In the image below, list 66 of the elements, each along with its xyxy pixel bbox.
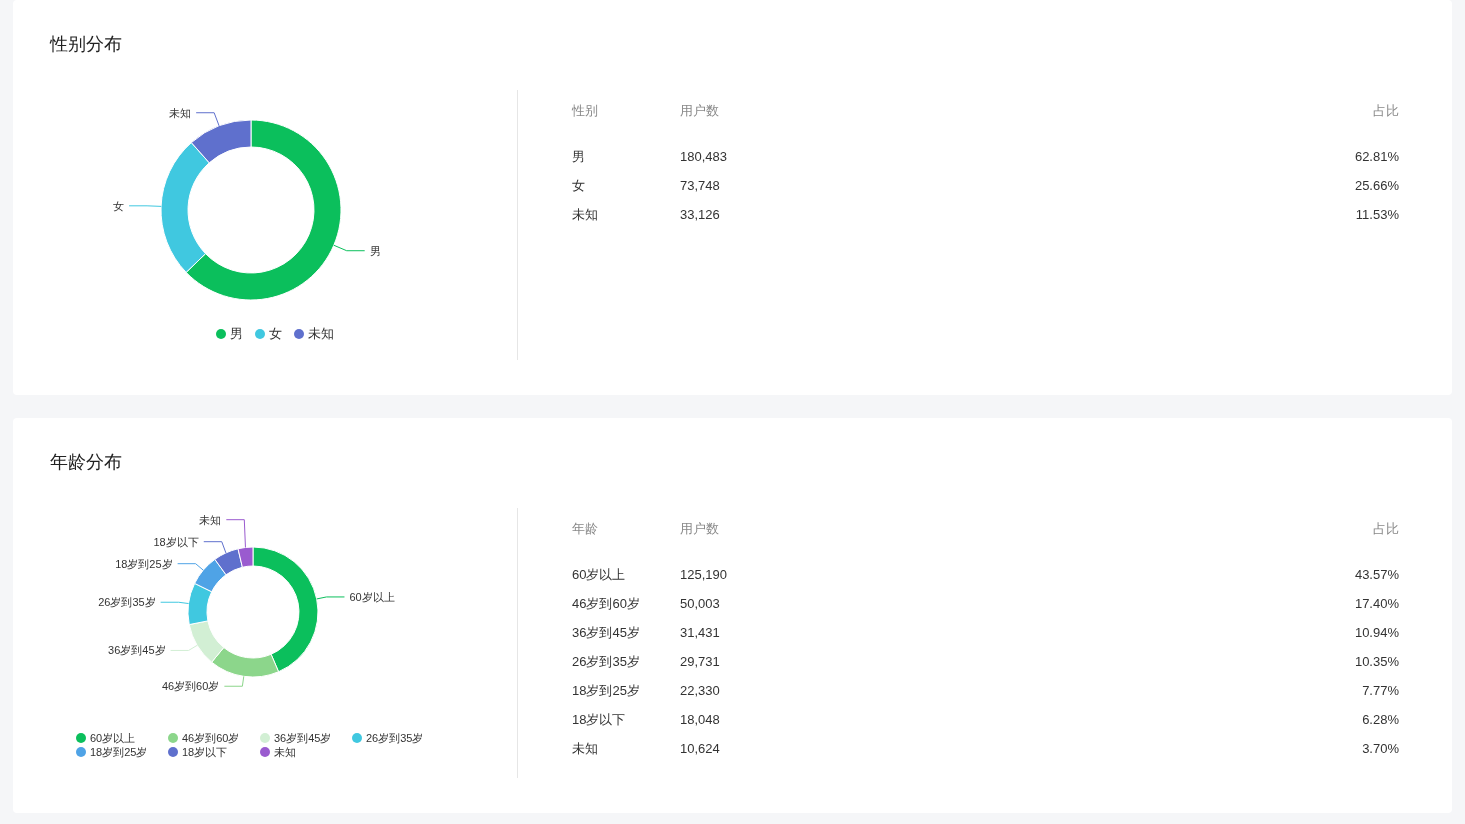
table-cell-text: 31,431	[680, 624, 721, 642]
table-cell-text: 18,048	[680, 711, 721, 729]
table-cell: 女	[572, 171, 680, 200]
legend-label[interactable]: 60岁以上	[90, 731, 136, 745]
section-title: 年龄分布	[50, 451, 123, 474]
legend-label[interactable]: 36岁到45岁	[274, 731, 332, 745]
slice-label: 36岁到45岁	[108, 644, 166, 657]
column-header: 占比	[1372, 102, 1399, 120]
legend-label[interactable]: 女	[269, 325, 282, 343]
column-header: 性别	[572, 90, 680, 142]
table-cell-text: 62.81%	[1353, 148, 1399, 166]
legend-label[interactable]: 26岁到35岁	[366, 731, 424, 745]
table-cell-text: 33,126	[680, 206, 721, 224]
legend-label[interactable]: 男	[230, 325, 243, 343]
table-cell-text: 29,731	[680, 653, 721, 671]
leader-line	[160, 601, 190, 605]
section-title: 性别分布	[50, 33, 123, 56]
table-cell-text: 17.40%	[1353, 595, 1399, 613]
table-cell-text: 125,190	[680, 566, 728, 584]
table-cell: 46岁到60岁	[572, 589, 680, 618]
table-cell: 36岁到45岁	[572, 618, 680, 647]
legend-label[interactable]: 未知	[274, 745, 296, 759]
table-cell: 未知	[572, 200, 680, 229]
leader-line	[170, 644, 198, 651]
table-cell-text: 25.66%	[1353, 177, 1399, 195]
table-cell-text: 22,330	[680, 682, 721, 700]
column-header: 年龄	[572, 508, 680, 560]
slice-label: 未知	[169, 106, 192, 119]
slice-label: 60岁以上	[349, 590, 395, 603]
leader-line	[223, 675, 245, 687]
table-cell-text: 10.94%	[1353, 624, 1399, 642]
slice-label: 男	[369, 244, 381, 257]
table-cell-text: 3.70%	[1361, 740, 1399, 758]
leader-line	[177, 563, 204, 571]
table-cell-text: 73,748	[680, 177, 721, 195]
column-header: 占比	[1372, 520, 1399, 538]
table-cell: 男	[572, 142, 680, 171]
table-cell-text: 11.53%	[1354, 206, 1399, 224]
slice-label: 46岁到60岁	[161, 680, 220, 693]
legend-label[interactable]: 18岁到25岁	[90, 745, 148, 759]
leader-line	[316, 596, 345, 600]
slice-label: 18岁到25岁	[115, 557, 173, 570]
table-cell-text: 10,624	[680, 740, 721, 758]
legend-label[interactable]: 18岁以下	[182, 745, 228, 759]
table-cell: 18岁以下	[572, 705, 680, 734]
table-cell: 60岁以上	[572, 560, 680, 589]
slice-label: 18岁以下	[153, 535, 199, 548]
leader-line	[195, 112, 220, 127]
table-cell-text: 6.28%	[1361, 711, 1399, 729]
table-cell: 26岁到35岁	[572, 647, 680, 676]
column-header: 用户数	[680, 102, 720, 120]
table-cell: 未知	[572, 734, 680, 763]
slice-label: 26岁到35岁	[98, 596, 156, 609]
table-cell-text: 10.35%	[1353, 653, 1399, 671]
table-cell-text: 50,003	[680, 595, 721, 613]
leader-line	[333, 244, 366, 252]
slice-label: 未知	[199, 513, 222, 526]
table-cell-text: 7.77%	[1361, 682, 1399, 700]
leader-line	[128, 205, 162, 207]
legend-label[interactable]: 46岁到60岁	[182, 731, 240, 745]
table-cell: 18岁到25岁	[572, 676, 680, 705]
table-cell-text: 43.57%	[1353, 566, 1399, 584]
slice-label: 女	[113, 199, 125, 212]
column-header: 用户数	[680, 520, 720, 538]
legend-label[interactable]: 未知	[308, 325, 334, 343]
table-cell-text: 180,483	[680, 148, 728, 166]
